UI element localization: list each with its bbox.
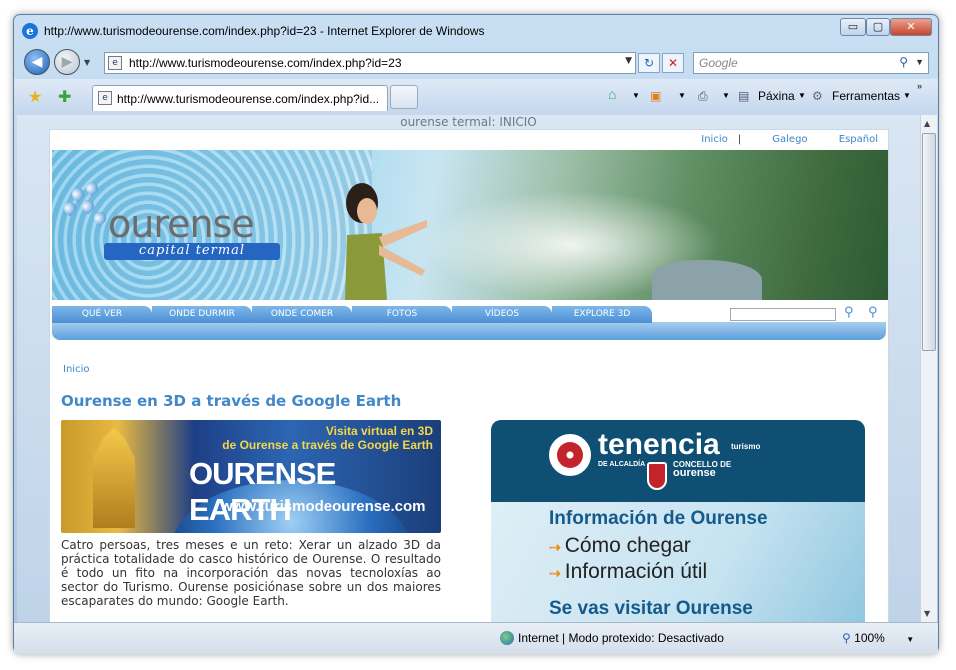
zoom-icon: ⚲ bbox=[842, 631, 851, 645]
status-bar: Internet | Modo protexido: Desactivado ⚲… bbox=[14, 622, 938, 654]
forward-button[interactable]: ▶ bbox=[54, 49, 80, 75]
tenencia-flower-logo bbox=[549, 434, 591, 476]
tenencia-title: tenencia bbox=[598, 428, 720, 461]
tools-menu[interactable]: Ferramentas bbox=[832, 89, 900, 103]
feeds-icon[interactable]: ▣ bbox=[650, 89, 661, 103]
link-espanol[interactable]: Español bbox=[839, 134, 878, 145]
nav-onde-durmir[interactable]: ONDE DURMIR bbox=[152, 306, 252, 323]
document-title: ourense termal: INICIO bbox=[400, 115, 537, 129]
print-icon[interactable]: ⎙ bbox=[698, 89, 708, 104]
woman-photo bbox=[345, 183, 427, 300]
search-icon[interactable]: ⚲ bbox=[899, 55, 908, 69]
zoom-level[interactable]: ⚲ 100% ▼ bbox=[842, 631, 914, 645]
home-dropdown-icon[interactable]: ▼ bbox=[632, 91, 640, 100]
address-row: ◀ ▶ ▼ e http://www.turismodeourense.com/… bbox=[14, 47, 938, 79]
link-informacion-util[interactable]: ⇢ Información útil bbox=[549, 560, 707, 584]
security-zone[interactable]: Internet | Modo protexido: Desactivado bbox=[518, 631, 724, 645]
minimize-button[interactable]: ▭ bbox=[840, 18, 866, 36]
scroll-down-icon[interactable]: ▼ bbox=[924, 609, 930, 618]
nav-bar-background bbox=[52, 322, 886, 340]
ie-logo-icon: e bbox=[22, 23, 38, 39]
address-url[interactable]: http://www.turismodeourense.com/index.ph… bbox=[129, 56, 402, 70]
page-menu[interactable]: Páxina bbox=[758, 89, 795, 103]
title-bar: e http://www.turismodeourense.com/index.… bbox=[14, 15, 938, 47]
tower-image bbox=[93, 428, 135, 528]
add-favorites-icon[interactable]: ✚ bbox=[58, 87, 71, 106]
home-icon[interactable]: ⌂ bbox=[608, 86, 616, 102]
main-nav: QUÉ VER ONDE DURMIR ONDE COMER FOTOS VÍD… bbox=[52, 304, 886, 340]
page-menu-icon[interactable]: ▤ bbox=[738, 89, 749, 103]
zoom-dropdown-icon: ▼ bbox=[906, 635, 915, 644]
tab-row: ★ ✚ e http://www.turismodeourense.com/in… bbox=[14, 79, 938, 115]
tenencia-tag: turismo bbox=[731, 442, 761, 451]
scroll-thumb[interactable] bbox=[922, 133, 936, 351]
favorites-star-icon[interactable]: ★ bbox=[28, 87, 42, 106]
tab-label[interactable]: http://www.turismodeourense.com/index.ph… bbox=[117, 92, 379, 106]
browser-window: e http://www.turismodeourense.com/index.… bbox=[0, 0, 956, 670]
tenencia-sub2: CONCELLO DE ourense bbox=[673, 460, 732, 479]
rock-image bbox=[652, 260, 762, 300]
earth-banner-line1: Visita virtual en 3D de Ourense a través … bbox=[222, 424, 433, 452]
nav-onde-comer[interactable]: ONDE COMER bbox=[252, 306, 352, 323]
nav-fotos[interactable]: FOTOS bbox=[352, 306, 452, 323]
refresh-button[interactable]: ↻ bbox=[638, 53, 660, 73]
site-search-input[interactable] bbox=[730, 308, 836, 321]
search-dropdown-icon[interactable]: ▼ bbox=[915, 57, 924, 67]
info-heading: Información de Ourense bbox=[549, 508, 768, 529]
link-como-chegar[interactable]: ⇢ Cómo chegar bbox=[549, 534, 691, 558]
internet-globe-icon bbox=[500, 631, 514, 645]
visit-heading: Se vas visitar Ourense bbox=[549, 598, 753, 619]
vertical-scrollbar[interactable]: ▲ ▼ bbox=[920, 115, 937, 622]
recent-pages-chevron-icon[interactable]: ▼ bbox=[84, 58, 90, 67]
address-dropdown-icon[interactable]: ▼ bbox=[625, 56, 632, 66]
back-button[interactable]: ◀ bbox=[24, 49, 50, 75]
arrow-icon: ⇢ bbox=[549, 565, 561, 581]
concello-crest-icon bbox=[647, 462, 667, 490]
feeds-dropdown-icon[interactable]: ▼ bbox=[678, 91, 686, 100]
tools-gear-icon[interactable]: ⚙ bbox=[812, 89, 823, 103]
header-banner: ourense capital termal bbox=[52, 150, 888, 300]
tab-current[interactable]: e http://www.turismodeourense.com/index.… bbox=[92, 85, 388, 111]
language-links: Inicio | Galego Español bbox=[701, 134, 878, 145]
logo-tagline: capital termal bbox=[104, 243, 280, 260]
nav-videos[interactable]: VÍDEOS bbox=[452, 306, 552, 323]
link-galego[interactable]: Galego bbox=[772, 134, 807, 145]
earth-banner-url: www.turismodeourense.com bbox=[221, 498, 426, 515]
advanced-search-icon[interactable]: ⚲ bbox=[868, 305, 878, 320]
tab-page-icon: e bbox=[98, 91, 112, 105]
web-page: Inicio | Galego Español ourense capital … bbox=[49, 129, 889, 622]
earth-banner-title: OURENSE EARTH bbox=[189, 456, 336, 527]
breadcrumb[interactable]: Inicio bbox=[63, 364, 89, 375]
scroll-up-icon[interactable]: ▲ bbox=[924, 119, 930, 128]
nav-explore-3d[interactable]: EXPLORE 3D bbox=[552, 306, 652, 323]
logo-name[interactable]: ourense bbox=[108, 202, 255, 246]
more-chevron-icon[interactable]: » bbox=[917, 81, 922, 91]
article-heading: Ourense en 3D a través de Google Earth bbox=[61, 392, 402, 410]
search-icon[interactable]: ⚲ bbox=[844, 305, 854, 320]
link-inicio[interactable]: Inicio bbox=[701, 134, 727, 145]
arrow-icon: ⇢ bbox=[549, 539, 561, 555]
address-bar[interactable]: e http://www.turismodeourense.com/index.… bbox=[104, 52, 636, 74]
stop-button[interactable]: ✕ bbox=[662, 53, 684, 73]
article-body: Catro persoas, tres meses e un reto: Xer… bbox=[61, 538, 441, 608]
tenencia-panel[interactable]: tenencia DE ALCALDÍA CONCELLO DE ourense … bbox=[491, 420, 865, 622]
page-icon: e bbox=[108, 56, 122, 70]
window-title: http://www.turismodeourense.com/index.ph… bbox=[44, 24, 485, 38]
tenencia-sub1: DE ALCALDÍA bbox=[598, 461, 646, 468]
maximize-button[interactable]: ▢ bbox=[866, 18, 890, 36]
page-viewport: ourense termal: INICIO Inicio | Galego Es… bbox=[17, 115, 920, 622]
nav-que-ver[interactable]: QUÉ VER bbox=[52, 306, 152, 323]
tools-dropdown-icon[interactable]: ▼ bbox=[903, 91, 911, 100]
print-dropdown-icon[interactable]: ▼ bbox=[722, 91, 730, 100]
new-tab-button[interactable] bbox=[390, 85, 418, 109]
ie-frame: e http://www.turismodeourense.com/index.… bbox=[13, 14, 939, 654]
search-placeholder[interactable]: Google bbox=[699, 56, 738, 70]
page-dropdown-icon[interactable]: ▼ bbox=[798, 91, 806, 100]
close-button[interactable]: ✕ bbox=[890, 18, 932, 36]
ourense-earth-banner[interactable]: Visita virtual en 3D de Ourense a través … bbox=[61, 420, 441, 533]
search-box[interactable]: Google ⚲ ▼ bbox=[693, 52, 929, 74]
